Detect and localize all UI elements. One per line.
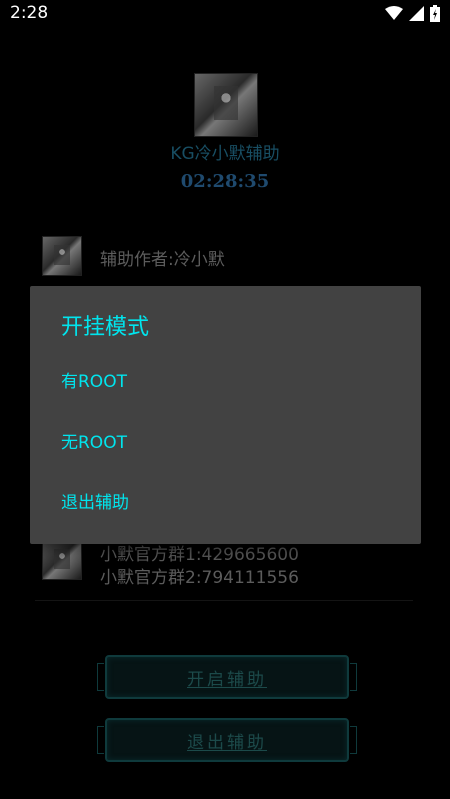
status-time: 2:28 xyxy=(10,3,49,23)
dialog-title: 开挂模式 xyxy=(61,315,150,340)
status-icons xyxy=(385,3,440,23)
battery-charging-icon xyxy=(430,4,440,22)
mode-dialog: 开挂模式 有ROOT 无ROOT 退出辅助 xyxy=(30,286,421,544)
start-assist-label: 开启辅助 xyxy=(187,669,267,690)
app-title: KG冷小默辅助 xyxy=(170,144,280,164)
option-root[interactable]: 有ROOT xyxy=(61,362,391,402)
wifi-icon xyxy=(385,5,403,20)
group-avatar xyxy=(42,540,82,580)
author-avatar xyxy=(42,236,82,276)
option-no-root[interactable]: 无ROOT xyxy=(61,423,391,463)
author-label: 辅助作者:冷小默 xyxy=(100,250,225,270)
start-assist-button[interactable]: 开启辅助 xyxy=(97,655,357,699)
status-bar: 2:28 xyxy=(0,0,450,26)
divider xyxy=(35,600,413,601)
clock-display: 02:28:35 xyxy=(180,171,270,192)
signal-icon xyxy=(409,5,424,21)
exit-assist-button[interactable]: 退出辅助 xyxy=(97,718,357,762)
group-2-label: 小默官方群2:794111556 xyxy=(100,568,299,588)
app-logo xyxy=(194,73,258,137)
exit-assist-label: 退出辅助 xyxy=(187,732,267,753)
option-exit[interactable]: 退出辅助 xyxy=(61,483,391,523)
